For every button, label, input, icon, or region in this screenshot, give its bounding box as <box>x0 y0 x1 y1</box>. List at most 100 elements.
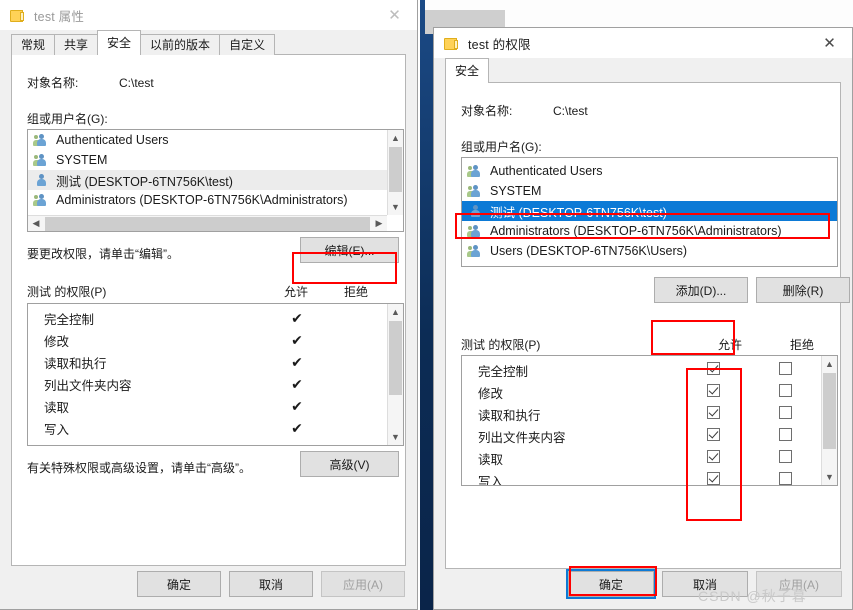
permissions-vertical-scrollbar[interactable]: ▲ ▼ <box>821 356 837 485</box>
scroll-down-icon[interactable]: ▼ <box>822 469 837 485</box>
list-item[interactable]: Administrators (DESKTOP-6TN756K\Administ… <box>28 190 387 210</box>
permissions-titlebar[interactable]: test 的权限 ✕ <box>434 28 852 58</box>
permissions-header: 测试 的权限(P) 允许 拒绝 <box>27 283 404 300</box>
scroll-down-icon[interactable]: ▼ <box>388 199 403 215</box>
deny-checkbox[interactable] <box>778 428 792 441</box>
cancel-button[interactable]: 取消 <box>662 571 748 597</box>
scrollbar-thumb[interactable] <box>389 321 402 395</box>
properties-window-title: test 属性 <box>34 9 85 24</box>
ok-button[interactable]: 确定 <box>566 569 656 599</box>
allow-checkbox[interactable] <box>706 406 720 419</box>
permissions-listbox[interactable]: 完全控制 ✔ 修改 ✔ 读取和执行 ✔ 列出文件夹内容 ✔ 读取 ✔ 写入 ✔ … <box>27 303 404 446</box>
permissions-tabstrip[interactable]: 安全 <box>434 58 852 83</box>
allow-checkbox[interactable] <box>706 472 720 485</box>
permission-name: 写入 <box>478 474 504 486</box>
list-item[interactable]: SYSTEM <box>28 150 387 170</box>
deny-checkbox-cell[interactable] <box>749 450 821 466</box>
permission-row[interactable]: 列出文件夹内容 <box>462 425 821 447</box>
list-item[interactable]: Authenticated Users <box>28 130 387 150</box>
scroll-up-icon[interactable]: ▲ <box>388 304 403 320</box>
group-user-listbox[interactable]: Authenticated Users SYSTEM 测试 (DESKTOP-6… <box>27 129 404 232</box>
list-item-label: Administrators (DESKTOP-6TN756K\Administ… <box>56 193 348 207</box>
deny-checkbox-cell[interactable] <box>749 406 821 422</box>
scroll-down-icon[interactable]: ▼ <box>388 429 403 445</box>
properties-security-panel: 对象名称: C:\test 组或用户名(G): Authenticated Us… <box>11 54 406 566</box>
scroll-right-icon[interactable]: ▶ <box>371 218 387 229</box>
permission-row[interactable]: 修改 <box>462 381 821 403</box>
tab-zidingyi[interactable]: 自定义 <box>219 34 276 55</box>
permission-row[interactable]: 读取 ✔ <box>28 395 387 417</box>
allow-checkbox-cell[interactable] <box>677 450 749 466</box>
list-item-label: SYSTEM <box>490 184 542 198</box>
permission-row[interactable]: 写入 <box>462 469 821 485</box>
scrollbar-thumb[interactable] <box>389 147 402 192</box>
advanced-hint: 有关特殊权限或高级设置，请单击“高级”。 <box>27 461 251 475</box>
allow-checkbox-cell[interactable] <box>677 472 749 485</box>
listbox-vertical-scrollbar[interactable]: ▲ ▼ <box>387 130 403 215</box>
allow-checkbox-cell[interactable] <box>677 428 749 444</box>
scroll-up-icon[interactable]: ▲ <box>388 130 403 146</box>
permission-name: 读取和执行 <box>44 356 107 371</box>
tab-gongxiang[interactable]: 共享 <box>54 34 99 55</box>
add-button[interactable]: 添加(D)... <box>654 277 748 303</box>
list-item-selected[interactable]: 测试 (DESKTOP-6TN756K\test) <box>462 201 837 221</box>
allow-checkbox[interactable] <box>706 362 720 375</box>
list-item[interactable]: Authenticated Users <box>462 161 837 181</box>
deny-checkbox-cell[interactable] <box>749 384 821 400</box>
list-item[interactable]: SYSTEM <box>462 181 837 201</box>
permissions-vertical-scrollbar[interactable]: ▲ ▼ <box>387 304 403 445</box>
scroll-up-icon[interactable]: ▲ <box>822 356 837 372</box>
allow-checkbox-cell[interactable] <box>677 384 749 400</box>
properties-titlebar[interactable]: test 属性 ✕ <box>0 0 417 30</box>
list-item[interactable]: Administrators (DESKTOP-6TN756K\Administ… <box>462 221 837 241</box>
permission-row[interactable]: 完全控制 <box>462 359 821 381</box>
permission-row[interactable]: 完全控制 ✔ <box>28 307 387 329</box>
close-icon[interactable]: ✕ <box>372 0 417 30</box>
allow-checkbox[interactable] <box>706 428 720 441</box>
allow-checkbox[interactable] <box>706 384 720 397</box>
tab-anquan[interactable]: 安全 <box>445 58 490 83</box>
object-name-row: 对象名称: C:\test <box>27 74 154 91</box>
tab-anquan[interactable]: 安全 <box>97 30 142 55</box>
deny-checkbox[interactable] <box>778 362 792 375</box>
scrollbar-thumb[interactable] <box>823 373 836 449</box>
scroll-left-icon[interactable]: ◀ <box>28 218 44 229</box>
permission-row[interactable]: 列出文件夹内容 ✔ <box>28 373 387 395</box>
deny-checkbox[interactable] <box>778 406 792 419</box>
listbox-horizontal-scrollbar[interactable]: ◀ ▶ <box>28 215 387 231</box>
permission-row[interactable]: 修改 ✔ <box>28 329 387 351</box>
tab-changui[interactable]: 常规 <box>11 34 56 55</box>
allow-checkbox-cell[interactable] <box>677 362 749 378</box>
permission-row[interactable]: 读取和执行 ✔ <box>28 351 387 373</box>
deny-checkbox[interactable] <box>778 384 792 397</box>
close-icon[interactable]: ✕ <box>807 28 852 58</box>
list-item-label: Authenticated Users <box>490 164 603 178</box>
permission-row[interactable]: 读取和执行 <box>462 403 821 425</box>
permissions-listbox[interactable]: 完全控制 修改 读取和执行 列出文件夹内容 读取 写入 ▲ ▼ <box>461 355 838 486</box>
scrollbar-thumb[interactable] <box>45 216 370 231</box>
allow-column-header: 允许 <box>717 338 742 352</box>
remove-button[interactable]: 删除(R) <box>756 277 850 303</box>
edit-button[interactable]: 编辑(E)... <box>300 237 399 263</box>
deny-checkbox[interactable] <box>778 472 792 485</box>
list-item[interactable]: Users (DESKTOP-6TN756K\Users) <box>462 241 837 261</box>
ok-button[interactable]: 确定 <box>137 571 221 597</box>
permissions-window[interactable]: test 的权限 ✕ 安全 对象名称: C:\test 组或用户名(G): Au… <box>433 27 853 610</box>
list-item[interactable]: 测试 (DESKTOP-6TN756K\test) <box>28 170 387 190</box>
allow-checkbox[interactable] <box>706 450 720 463</box>
object-name-value: C:\test <box>119 76 154 90</box>
group-user-label: 组或用户名(G): <box>27 112 108 126</box>
advanced-button[interactable]: 高级(V) <box>300 451 399 477</box>
group-user-listbox[interactable]: Authenticated Users SYSTEM 测试 (DESKTOP-6… <box>461 157 838 267</box>
tab-yiqiandebanben[interactable]: 以前的版本 <box>140 34 221 55</box>
deny-checkbox-cell[interactable] <box>749 472 821 485</box>
deny-checkbox-cell[interactable] <box>749 428 821 444</box>
permission-row[interactable]: 读取 <box>462 447 821 469</box>
permission-row[interactable]: 写入 ✔ <box>28 417 387 439</box>
deny-checkbox-cell[interactable] <box>749 362 821 378</box>
deny-checkbox[interactable] <box>778 450 792 463</box>
cancel-button[interactable]: 取消 <box>229 571 313 597</box>
properties-tabstrip[interactable]: 常规 共享 安全 以前的版本 自定义 <box>0 30 417 55</box>
allow-checkbox-cell[interactable] <box>677 406 749 422</box>
properties-window[interactable]: test 属性 ✕ 常规 共享 安全 以前的版本 自定义 对象名称: C:\te… <box>0 0 418 610</box>
